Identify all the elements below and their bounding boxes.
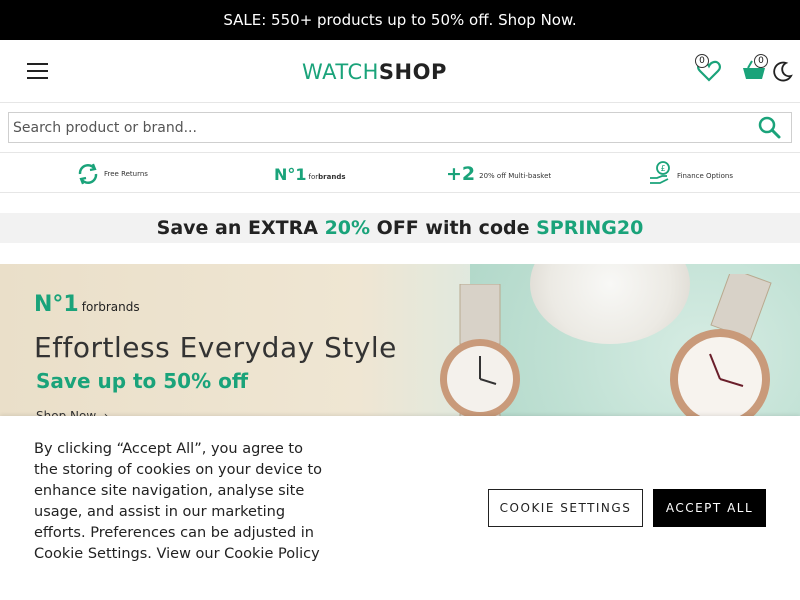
logo-part-watch: WATCH <box>302 60 379 84</box>
search-bar <box>8 112 792 143</box>
accept-all-button[interactable]: ACCEPT ALL <box>653 489 766 527</box>
promo-code: SPRING20 <box>536 217 644 239</box>
usp-returns-label: Free Returns <box>104 170 148 178</box>
usp-finance-label: Finance Options <box>677 172 734 180</box>
finance-icon: £ <box>650 161 670 184</box>
basket-count: 0 <box>754 54 768 68</box>
usp-finance[interactable]: £ Finance Options <box>648 161 733 187</box>
hero-no1-badge: N°1 forbrands <box>34 292 140 317</box>
search-button[interactable] <box>757 115 783 141</box>
basket-button[interactable]: 0 <box>740 54 770 86</box>
logo-part-shop: SHOP <box>378 60 447 84</box>
svg-text:£: £ <box>660 164 665 173</box>
usp-no1-mark: N°1 <box>274 164 307 184</box>
cookie-consent-banner: By clicking “Accept All”, you agree to t… <box>0 416 800 600</box>
wishlist-count: 0 <box>695 54 709 68</box>
usp-free-returns[interactable]: Free Returns <box>76 161 148 187</box>
returns-icon <box>78 163 98 185</box>
promo-code-banner[interactable]: Save an EXTRA 20% OFF with code SPRING20 <box>0 213 800 243</box>
promo-prefix: Save an EXTRA <box>156 217 325 239</box>
usp-strip: Free Returns N°1 for brands +2 20% off Mu… <box>0 152 800 193</box>
moon-icon <box>773 61 793 82</box>
usp-multibasket[interactable]: +2 20% off Multi-basket <box>446 161 551 187</box>
cookie-message: By clicking “Accept All”, you agree to t… <box>34 441 322 562</box>
site-logo[interactable]: WATCH SHOP <box>302 58 447 86</box>
menu-icon[interactable] <box>27 62 49 80</box>
search-icon <box>758 116 781 139</box>
wishlist-button[interactable]: 0 <box>694 54 724 86</box>
usp-no1-for: for <box>308 173 319 181</box>
theme-toggle[interactable] <box>770 56 800 86</box>
page: WATCH SHOP 0 0 Search product or brand..… <box>0 40 800 600</box>
announcement-text[interactable]: SALE: 550+ products up to 50% off. Shop … <box>223 11 576 29</box>
promo-middle: OFF with code <box>370 217 537 239</box>
usp-multibasket-label: 20% off Multi-basket <box>479 172 552 180</box>
hero-subtitle: Save up to 50% off <box>36 369 249 393</box>
hero-no1-mark: N°1 <box>34 292 79 317</box>
hero-no1-text: forbrands <box>81 300 140 314</box>
promo-percent: 20% <box>324 217 371 239</box>
announcement-bar[interactable]: SALE: 550+ products up to 50% off. Shop … <box>0 0 800 40</box>
search-input[interactable] <box>9 113 749 142</box>
usp-no1-brands[interactable]: N°1 for brands <box>274 161 346 187</box>
cookie-settings-button[interactable]: COOKIE SETTINGS <box>488 489 643 527</box>
usp-plus-two: +2 <box>446 163 476 185</box>
hero-title: Effortless Everyday Style <box>34 331 397 364</box>
usp-no1-brands-label: brands <box>318 173 346 181</box>
site-header: WATCH SHOP 0 0 <box>0 40 800 103</box>
